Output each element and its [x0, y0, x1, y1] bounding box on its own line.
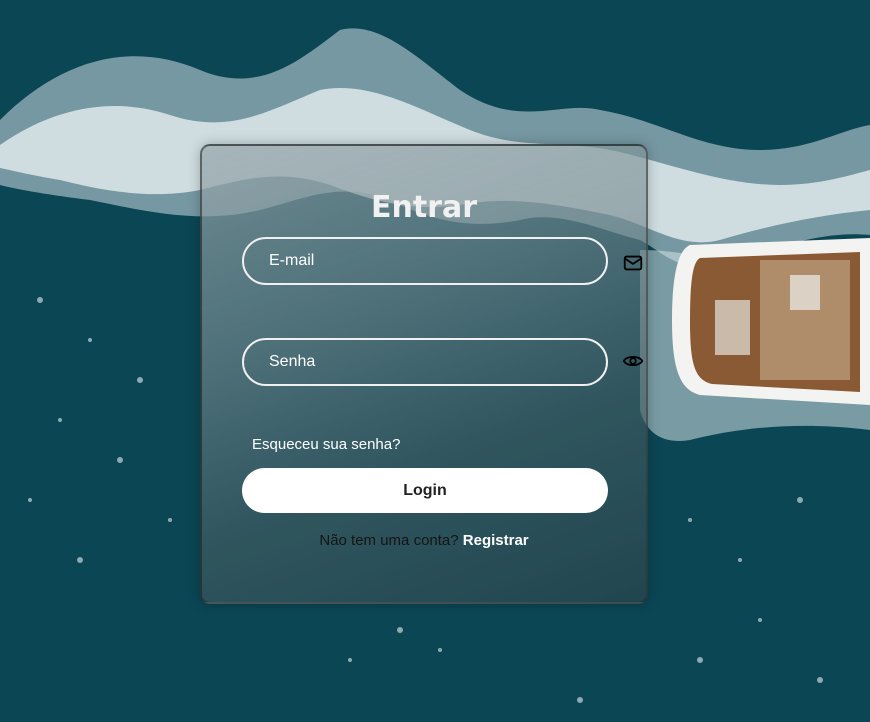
login-title: Entrar: [370, 190, 478, 225]
register-line: Não tem uma conta? Registrar: [202, 532, 646, 549]
boat-shape: [672, 238, 870, 405]
login-button[interactable]: Login: [242, 468, 608, 513]
eye-icon[interactable]: [622, 350, 644, 372]
email-field[interactable]: [242, 237, 608, 285]
email-input[interactable]: [244, 239, 606, 283]
register-prompt: Não tem uma conta?: [319, 532, 459, 549]
login-card: Entrar Esqueceu sua senha? Login Não tem…: [200, 144, 648, 604]
mail-icon: [622, 252, 644, 274]
register-link[interactable]: Registrar: [463, 532, 529, 549]
password-field[interactable]: [242, 338, 608, 386]
forgot-password-link[interactable]: Esqueceu sua senha?: [252, 436, 400, 453]
password-input[interactable]: [244, 340, 606, 384]
